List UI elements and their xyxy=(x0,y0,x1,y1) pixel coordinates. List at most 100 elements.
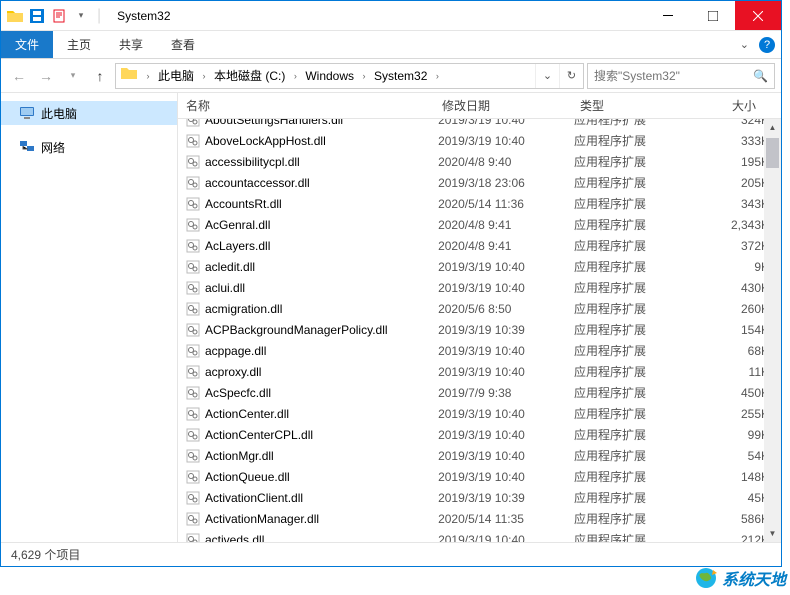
file-list: AboutSettingsHandlers.dll2019/3/19 10:40… xyxy=(178,119,781,542)
refresh-button[interactable]: ↻ xyxy=(559,64,583,88)
breadcrumb[interactable]: 此电脑 xyxy=(154,64,198,88)
file-name: acledit.dll xyxy=(205,260,255,274)
table-row[interactable]: AboveLockAppHost.dll2019/3/19 10:40应用程序扩… xyxy=(178,130,781,151)
table-row[interactable]: acppage.dll2019/3/19 10:40应用程序扩展68KB xyxy=(178,340,781,361)
table-row[interactable]: ActionCenter.dll2019/3/19 10:40应用程序扩展255… xyxy=(178,403,781,424)
file-size: 195 xyxy=(716,155,761,169)
ribbon-tab-file[interactable]: 文件 xyxy=(1,31,53,58)
file-type: 应用程序扩展 xyxy=(566,195,716,212)
vertical-scrollbar[interactable]: ▲ ▼ xyxy=(764,119,781,542)
table-row[interactable]: AcGenral.dll2020/4/8 9:41应用程序扩展2,343KB xyxy=(178,214,781,235)
file-type: 应用程序扩展 xyxy=(566,132,716,149)
file-name: AboveLockAppHost.dll xyxy=(205,134,326,148)
file-date: 2019/3/19 10:40 xyxy=(430,344,566,358)
address-bar[interactable]: › 此电脑 › 本地磁盘 (C:) › Windows › System32 ›… xyxy=(115,63,584,89)
file-size: 586 xyxy=(716,512,761,526)
address-dropdown-icon[interactable]: ⌄ xyxy=(535,64,559,88)
sidebar-item-network[interactable]: 网络 xyxy=(1,135,177,159)
file-name: AcGenral.dll xyxy=(205,218,270,232)
minimize-button[interactable] xyxy=(645,1,690,30)
table-row[interactable]: ACPBackgroundManagerPolicy.dll2019/3/19 … xyxy=(178,319,781,340)
pc-icon xyxy=(19,105,35,121)
file-type: 应用程序扩展 xyxy=(566,384,716,401)
scroll-up-icon[interactable]: ▲ xyxy=(764,119,781,136)
table-row[interactable]: ActionCenterCPL.dll2019/3/19 10:40应用程序扩展… xyxy=(178,424,781,445)
chevron-right-icon[interactable]: › xyxy=(289,71,301,81)
ribbon-expand-icon[interactable]: ⌄ xyxy=(740,38,749,51)
table-row[interactable]: acproxy.dll2019/3/19 10:40应用程序扩展11KB xyxy=(178,361,781,382)
file-type: 应用程序扩展 xyxy=(566,447,716,464)
file-type: 应用程序扩展 xyxy=(566,216,716,233)
table-row[interactable]: ActivationManager.dll2020/5/14 11:35应用程序… xyxy=(178,508,781,529)
breadcrumb[interactable]: Windows xyxy=(301,64,358,88)
column-header-type[interactable]: 类型 xyxy=(572,97,724,114)
file-date: 2019/3/18 23:06 xyxy=(430,176,566,190)
recent-dropdown-icon[interactable]: ▾ xyxy=(61,63,85,89)
file-date: 2019/3/19 10:40 xyxy=(430,428,566,442)
content-area: 此电脑 网络 名称 修改日期 类型 大小 AboutSettingsHandle… xyxy=(1,93,781,542)
file-size: 154 xyxy=(716,323,761,337)
file-type: 应用程序扩展 xyxy=(566,321,716,338)
ribbon-tab-share[interactable]: 共享 xyxy=(105,31,157,58)
table-row[interactable]: acledit.dll2019/3/19 10:40应用程序扩展9KB xyxy=(178,256,781,277)
search-icon[interactable]: 🔍 xyxy=(753,69,768,83)
file-name: ActionCenter.dll xyxy=(205,407,289,421)
file-name: accessibilitycpl.dll xyxy=(205,155,300,169)
back-button[interactable]: ← xyxy=(7,63,31,89)
close-button[interactable] xyxy=(735,1,781,30)
ribbon-tab-view[interactable]: 查看 xyxy=(157,31,209,58)
file-type: 应用程序扩展 xyxy=(566,510,716,527)
file-size: 148 xyxy=(716,470,761,484)
file-name: acppage.dll xyxy=(205,344,266,358)
network-icon xyxy=(19,139,35,155)
scrollbar-thumb[interactable] xyxy=(766,138,779,168)
folder-icon xyxy=(7,8,23,24)
file-size: 54 xyxy=(716,449,761,463)
qat-dropdown-icon[interactable]: ▾ xyxy=(73,8,89,24)
ribbon: 文件 主页 共享 查看 ⌄ ? xyxy=(1,31,781,59)
search-box[interactable]: 🔍 xyxy=(587,63,775,89)
chevron-right-icon[interactable]: › xyxy=(142,71,154,81)
table-row[interactable]: AcSpecfc.dll2019/7/9 9:38应用程序扩展450KB xyxy=(178,382,781,403)
save-icon[interactable] xyxy=(29,8,45,24)
file-date: 2019/3/19 10:40 xyxy=(430,407,566,421)
column-header-name[interactable]: 名称 xyxy=(178,97,434,114)
window-controls xyxy=(645,1,781,30)
table-row[interactable]: AboutSettingsHandlers.dll2019/3/19 10:40… xyxy=(178,119,781,130)
table-row[interactable]: AcLayers.dll2020/4/8 9:41应用程序扩展372KB xyxy=(178,235,781,256)
maximize-button[interactable] xyxy=(690,1,735,30)
breadcrumb[interactable]: System32 xyxy=(370,64,431,88)
table-row[interactable]: activeds.dll2019/3/19 10:40应用程序扩展212KB xyxy=(178,529,781,542)
chevron-right-icon[interactable]: › xyxy=(358,71,370,81)
table-row[interactable]: acmigration.dll2020/5/6 8:50应用程序扩展260KB xyxy=(178,298,781,319)
properties-icon[interactable] xyxy=(51,8,67,24)
table-row[interactable]: accessibilitycpl.dll2020/4/8 9:40应用程序扩展1… xyxy=(178,151,781,172)
file-type: 应用程序扩展 xyxy=(566,489,716,506)
column-header-date[interactable]: 修改日期 xyxy=(434,97,572,114)
file-list-area: 名称 修改日期 类型 大小 AboutSettingsHandlers.dll2… xyxy=(178,93,781,542)
table-row[interactable]: ActionQueue.dll2019/3/19 10:40应用程序扩展148K… xyxy=(178,466,781,487)
forward-button[interactable]: → xyxy=(34,63,58,89)
table-row[interactable]: ActionMgr.dll2019/3/19 10:40应用程序扩展54KB xyxy=(178,445,781,466)
table-row[interactable]: accountaccessor.dll2019/3/18 23:06应用程序扩展… xyxy=(178,172,781,193)
table-row[interactable]: aclui.dll2019/3/19 10:40应用程序扩展430KB xyxy=(178,277,781,298)
table-row[interactable]: AccountsRt.dll2020/5/14 11:36应用程序扩展343KB xyxy=(178,193,781,214)
scroll-down-icon[interactable]: ▼ xyxy=(764,525,781,542)
file-type: 应用程序扩展 xyxy=(566,279,716,296)
file-date: 2019/3/19 10:40 xyxy=(430,470,566,484)
sidebar-item-this-pc[interactable]: 此电脑 xyxy=(1,101,177,125)
table-row[interactable]: ActivationClient.dll2019/3/19 10:39应用程序扩… xyxy=(178,487,781,508)
chevron-right-icon[interactable]: › xyxy=(198,71,210,81)
file-type: 应用程序扩展 xyxy=(566,531,716,542)
file-date: 2020/4/8 9:41 xyxy=(430,218,566,232)
search-input[interactable] xyxy=(594,69,753,83)
ribbon-tab-home[interactable]: 主页 xyxy=(53,31,105,58)
help-icon[interactable]: ? xyxy=(759,37,775,53)
chevron-right-icon[interactable]: › xyxy=(431,71,443,81)
up-button[interactable]: ↑ xyxy=(88,63,112,89)
column-header-size[interactable]: 大小 xyxy=(724,97,770,114)
globe-icon xyxy=(694,566,718,590)
file-date: 2020/5/14 11:36 xyxy=(430,197,566,211)
sidebar-item-label: 此电脑 xyxy=(41,105,77,122)
breadcrumb[interactable]: 本地磁盘 (C:) xyxy=(210,64,289,88)
